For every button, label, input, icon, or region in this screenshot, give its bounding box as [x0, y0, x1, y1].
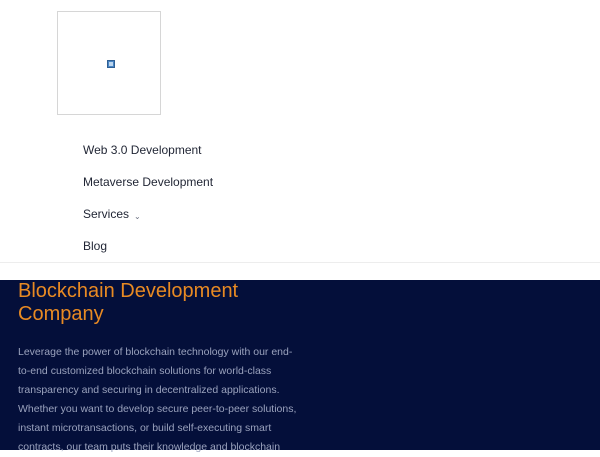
hero-description: Leverage the power of blockchain technol…	[18, 346, 297, 453]
broken-image-icon	[107, 60, 115, 68]
hero-section: Blockchain Development Company Leverage …	[0, 280, 600, 453]
nav-item-web3-development[interactable]: Web 3.0 Development	[83, 143, 202, 157]
chevron-down-icon[interactable]: ⌄	[134, 212, 141, 221]
nav-item-services-label: Services	[83, 207, 130, 221]
hero-title: Blockchain Development Company	[18, 280, 239, 325]
site-header: Web 3.0 Development Metaverse Developmen…	[0, 0, 600, 263]
nav-item-blog[interactable]: Blog	[83, 239, 107, 253]
nav-item-metaverse-development[interactable]: Metaverse Development	[83, 175, 213, 189]
nav-item-services[interactable]: Services ⌄	[83, 207, 141, 221]
logo-placeholder[interactable]	[57, 11, 161, 115]
